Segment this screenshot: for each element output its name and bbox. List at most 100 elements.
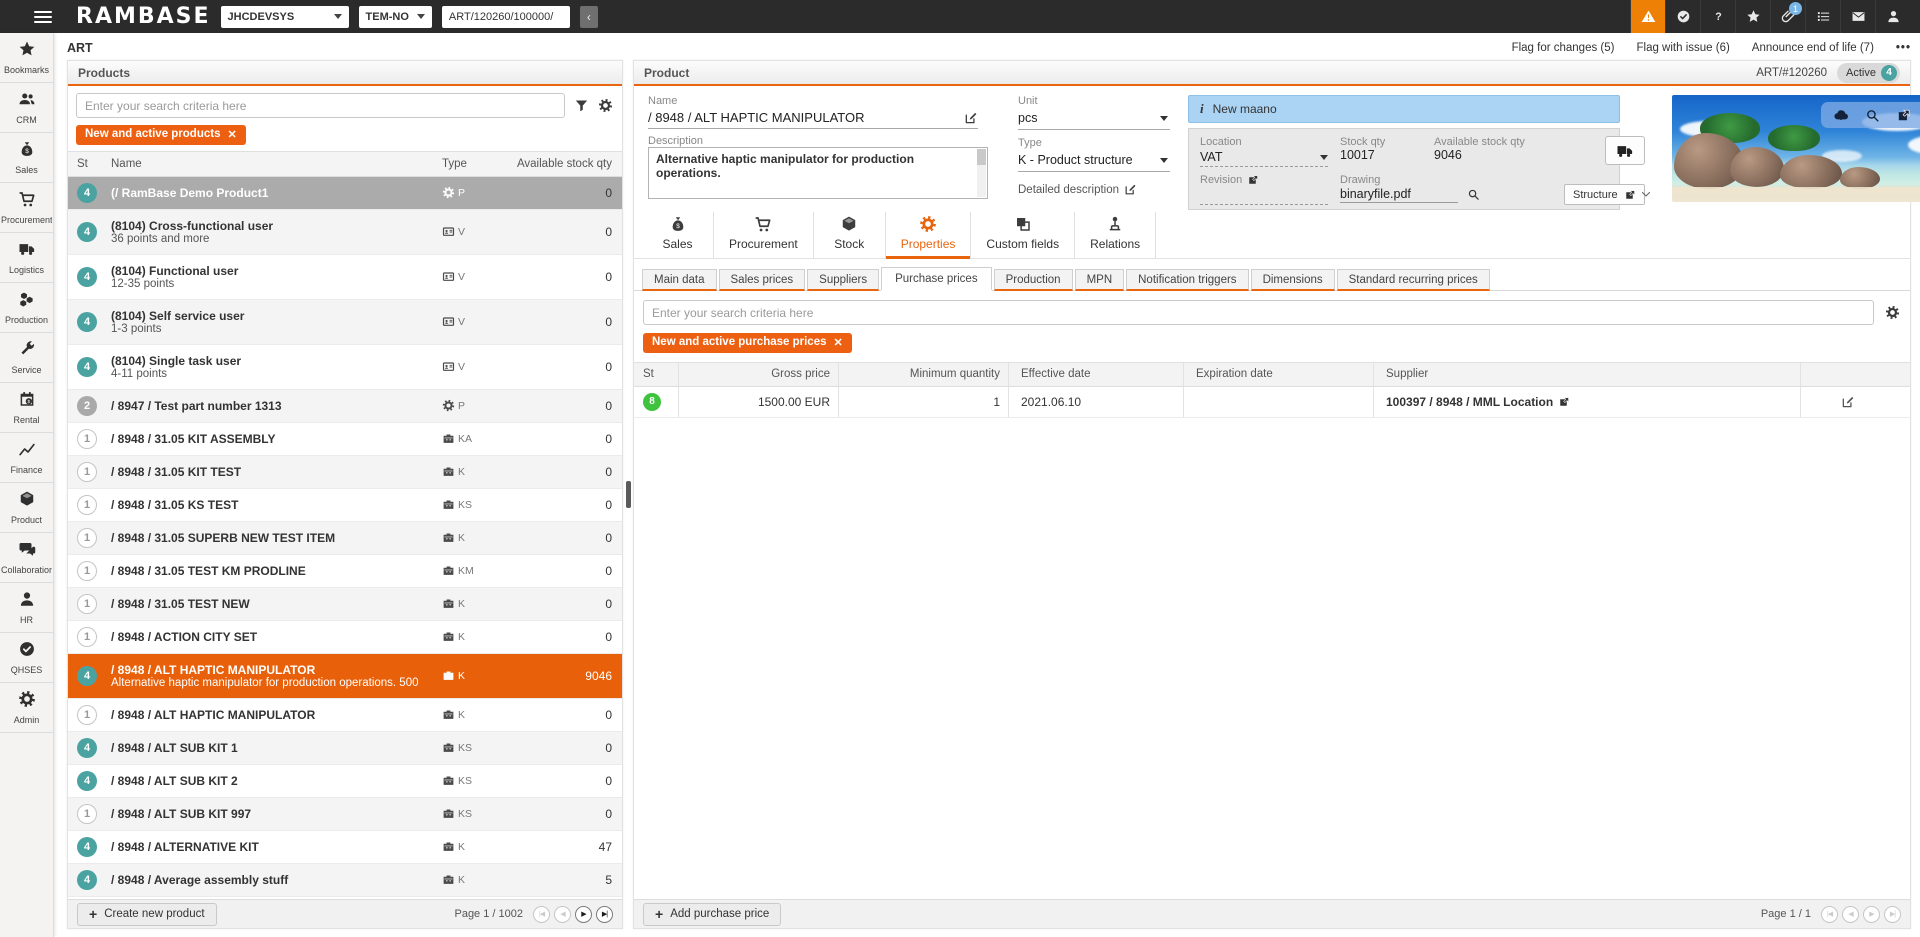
prev-page-button[interactable]: ◀ — [554, 906, 571, 923]
products-filter-chip[interactable]: New and active products ✕ — [76, 125, 246, 145]
next-page-button[interactable]: ▶ — [575, 906, 592, 923]
tab-procurement[interactable]: Procurement — [714, 212, 814, 258]
product-table-row[interactable]: 1 / 8948 / 31.05 KIT ASSEMBLY KA 0 — [68, 423, 622, 456]
sidebar-item-service[interactable]: Service — [0, 333, 53, 383]
sidebar-item-product[interactable]: Product — [0, 483, 53, 533]
open-image-icon[interactable] — [1896, 108, 1911, 123]
subtab-purchase-prices[interactable]: Purchase prices — [881, 267, 991, 291]
product-table-row[interactable]: 1 / 8948 / 31.05 KIT TEST K 0 — [68, 456, 622, 489]
more-actions-button[interactable]: ••• — [1896, 42, 1911, 54]
last-page-button[interactable]: ▶| — [596, 906, 613, 923]
magnifier-icon[interactable] — [1467, 188, 1480, 201]
approvals-button[interactable] — [1665, 0, 1700, 33]
create-new-product-button[interactable]: +Create new product — [77, 903, 217, 926]
product-table-row[interactable]: 4 (8104) Cross-functional user36 points … — [68, 210, 622, 255]
chip-close-icon[interactable]: ✕ — [834, 336, 843, 349]
product-table-row[interactable]: 1 / 8948 / 31.05 TEST NEW K 0 — [68, 588, 622, 621]
last-page-button[interactable]: ▶| — [1884, 906, 1901, 923]
favorites-button[interactable] — [1735, 0, 1770, 33]
upload-image-icon[interactable] — [1833, 107, 1849, 123]
subtab-suppliers[interactable]: Suppliers — [807, 269, 879, 291]
purchase-filter-chip[interactable]: New and active purchase prices ✕ — [643, 333, 852, 353]
sidebar-item-bookmarks[interactable]: Bookmarks — [0, 33, 53, 83]
flag-for-changes-link[interactable]: Flag for changes (5) — [1512, 42, 1615, 54]
edit-icon[interactable] — [1841, 395, 1855, 409]
external-link-icon[interactable] — [1247, 174, 1259, 186]
product-table-row[interactable]: 4 (/ RamBase Demo Product1 P 0 — [68, 177, 622, 210]
system-select[interactable]: JHCDEVSYS — [221, 6, 349, 28]
product-table-row[interactable]: 4 / 8948 / ALTERNATIVE KIT K 47 — [68, 831, 622, 864]
name-value[interactable]: / 8948 / ALT HAPTIC MANIPULATOR — [648, 110, 865, 125]
messages-button[interactable] — [1840, 0, 1875, 33]
tab-sales[interactable]: $Sales — [642, 212, 714, 258]
sidebar-item-qhses[interactable]: QHSES — [0, 633, 53, 683]
product-table-row[interactable]: 4 / 8948 / ALT SUB KIT 1 KS 0 — [68, 732, 622, 765]
product-table-row[interactable]: 2 / 8947 / Test part number 1313 P 0 — [68, 390, 622, 423]
subtab-main-data[interactable]: Main data — [642, 269, 717, 291]
attachments-button[interactable]: 1 — [1770, 0, 1805, 33]
first-page-button[interactable]: |◀ — [533, 906, 550, 923]
edit-icon[interactable] — [964, 111, 978, 125]
hamburger-menu-icon[interactable] — [34, 11, 52, 23]
settings-gear-icon[interactable] — [1885, 305, 1900, 320]
help-button[interactable]: ? — [1700, 0, 1735, 33]
revision-field[interactable]: Revision — [1200, 174, 1328, 205]
company-select[interactable]: TEM-NO — [359, 6, 432, 28]
tab-relations[interactable]: Relations — [1075, 212, 1156, 258]
zoom-image-icon[interactable] — [1865, 108, 1880, 123]
subtab-notification-triggers[interactable]: Notification triggers — [1126, 269, 1248, 291]
product-table-row[interactable]: 4 (8104) Functional user12-35 points V 0 — [68, 255, 622, 300]
sidebar-item-collaboration[interactable]: Collaboration — [0, 533, 53, 583]
sidebar-item-procurement[interactable]: Procurement — [0, 183, 53, 233]
description-textarea[interactable]: Alternative haptic manipulator for produ… — [648, 147, 988, 199]
subtab-sales-prices[interactable]: Sales prices — [719, 269, 806, 291]
type-select[interactable]: K - Product structure — [1018, 149, 1170, 172]
product-table-row[interactable]: 4 (8104) Self service user1-3 points V 0 — [68, 300, 622, 345]
product-table-row[interactable]: 1 / 8948 / ALT SUB KIT 997 KS 0 — [68, 798, 622, 831]
tasks-button[interactable] — [1805, 0, 1840, 33]
panel-splitter[interactable] — [623, 60, 633, 929]
product-table-row[interactable]: 1 / 8948 / 31.05 KS TEST KS 0 — [68, 489, 622, 522]
sidebar-item-finance[interactable]: Finance — [0, 433, 53, 483]
tab-stock[interactable]: Stock — [814, 212, 886, 258]
filter-icon[interactable] — [574, 98, 589, 113]
subtab-production[interactable]: Production — [994, 269, 1073, 291]
product-table-row[interactable]: 1 / 8948 / ALT HAPTIC MANIPULATOR K 0 — [68, 699, 622, 732]
supplier-link[interactable]: 100397 / 8948 / MML Location — [1386, 395, 1570, 409]
prev-page-button[interactable]: ◀ — [1842, 906, 1859, 923]
announce-end-of-life-link[interactable]: Announce end of life (7) — [1752, 42, 1874, 54]
location-field[interactable]: Location VAT — [1200, 136, 1328, 167]
sidebar-item-crm[interactable]: CRM — [0, 83, 53, 133]
splitter-handle[interactable] — [626, 481, 631, 508]
product-table-row[interactable]: 4 / 8948 / ALT SUB KIT 2 KS 0 — [68, 765, 622, 798]
sidebar-item-sales[interactable]: $ Sales — [0, 133, 53, 183]
purchase-prices-search-input[interactable] — [643, 300, 1874, 325]
sidebar-item-production[interactable]: Production — [0, 283, 53, 333]
target-input[interactable] — [442, 6, 570, 28]
flag-with-issue-link[interactable]: Flag with issue (6) — [1636, 42, 1729, 54]
sidebar-item-hr[interactable]: HR — [0, 583, 53, 633]
subtab-dimensions[interactable]: Dimensions — [1251, 269, 1335, 291]
detailed-description-link[interactable]: Detailed description — [1018, 183, 1170, 196]
add-purchase-price-button[interactable]: +Add purchase price — [643, 903, 781, 926]
sidebar-item-logistics[interactable]: Logistics — [0, 233, 53, 283]
product-table-row[interactable]: 4 / 8948 / ALT HAPTIC MANIPULATORAlterna… — [68, 654, 622, 699]
sidebar-item-admin[interactable]: Admin — [0, 683, 53, 733]
product-table-row[interactable]: 1 / 8948 / ACTION CITY SET K 0 — [68, 621, 622, 654]
settings-gear-icon[interactable] — [598, 98, 613, 113]
collapse-chevron-icon[interactable] — [1638, 95, 1654, 202]
notifications-warning-button[interactable] — [1630, 0, 1665, 33]
product-table-row[interactable]: 4 / 8948 / Average assembly stuff K 5 — [68, 864, 622, 897]
sidebar-item-rental[interactable]: $ Rental — [0, 383, 53, 433]
subtab-mpn[interactable]: MPN — [1075, 269, 1125, 291]
product-table-row[interactable]: 1 / 8948 / 31.05 TEST KM PRODLINE KM 0 — [68, 555, 622, 588]
tab-custom-fields[interactable]: Custom fields — [971, 212, 1075, 258]
account-button[interactable] — [1875, 0, 1910, 33]
subtab-standard-recurring-prices[interactable]: Standard recurring prices — [1337, 269, 1490, 291]
next-page-button[interactable]: ▶ — [1863, 906, 1880, 923]
collapse-back-button[interactable]: ‹ — [580, 6, 598, 28]
purchase-price-row[interactable]: 8 1500.00 EUR 1 2021.06.10 100397 / 8948… — [634, 387, 1910, 418]
first-page-button[interactable]: |◀ — [1821, 906, 1838, 923]
structure-button[interactable]: Structure — [1564, 184, 1645, 205]
product-table-row[interactable]: 1 / 8948 / 31.05 SUPERB NEW TEST ITEM K … — [68, 522, 622, 555]
